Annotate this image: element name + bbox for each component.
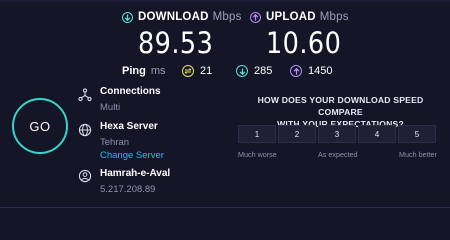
change-server-link[interactable]: Change Server — [100, 150, 164, 161]
server-title: Hexa Server — [100, 121, 158, 132]
rating-button-4[interactable]: 4 — [358, 125, 396, 143]
rating-button-2[interactable]: 2 — [278, 125, 316, 143]
go-button[interactable]: GO — [12, 98, 68, 154]
download-latency-icon — [236, 65, 248, 77]
user-icon — [77, 168, 92, 183]
connections-title: Connections — [100, 86, 161, 97]
ping-label: Ping ms — [122, 64, 166, 78]
rating-scale: 1 2 3 4 5 — [238, 125, 436, 143]
upload-unit: Mbps — [319, 11, 349, 23]
bottom-divider — [0, 207, 450, 208]
download-arrow-icon — [122, 11, 133, 23]
upload-header: UPLOAD Mbps — [250, 11, 349, 23]
connections-icon — [77, 87, 92, 102]
ping-upload-value: 1450 — [308, 65, 333, 77]
rating-button-5[interactable]: 5 — [398, 125, 436, 143]
scale-label-low: Much worse — [238, 150, 277, 159]
ping-idle: 21 — [182, 64, 212, 78]
ping-title: Ping — [122, 65, 146, 77]
idle-latency-icon — [182, 65, 194, 77]
top-divider — [0, 0, 450, 2]
upload-speed-value: 10.60 — [266, 26, 342, 60]
connections-value: Multi — [100, 102, 121, 113]
download-title: DOWNLOAD — [138, 11, 209, 23]
ping-download: 285 — [236, 64, 272, 78]
upload-latency-icon — [290, 65, 302, 77]
globe-icon — [77, 122, 92, 137]
server-location: Tehran — [100, 137, 130, 148]
scale-label-high: Much better — [399, 150, 437, 159]
download-speed-value: 89.53 — [138, 26, 214, 60]
download-unit: Mbps — [212, 11, 242, 23]
survey-question-line-1: HOW DOES YOUR DOWNLOAD SPEED COMPARE — [257, 95, 424, 117]
download-header: DOWNLOAD Mbps — [122, 11, 242, 23]
provider-ip: 5.217.208.89 — [100, 184, 156, 195]
ping-upload: 1450 — [290, 64, 332, 78]
provider-title: Hamrah-e-Aval — [100, 168, 171, 179]
scale-label-mid: As expected — [318, 150, 358, 159]
speedtest-panel: DOWNLOAD Mbps 89.53 UPLOAD Mbps 10.60 Pi… — [0, 0, 450, 210]
upload-title: UPLOAD — [266, 11, 316, 23]
rating-button-1[interactable]: 1 — [238, 125, 276, 143]
ping-unit: ms — [150, 65, 166, 77]
rating-button-3[interactable]: 3 — [318, 125, 356, 143]
ping-idle-value: 21 — [200, 65, 213, 77]
ping-download-value: 285 — [254, 65, 273, 77]
upload-arrow-icon — [250, 11, 261, 23]
